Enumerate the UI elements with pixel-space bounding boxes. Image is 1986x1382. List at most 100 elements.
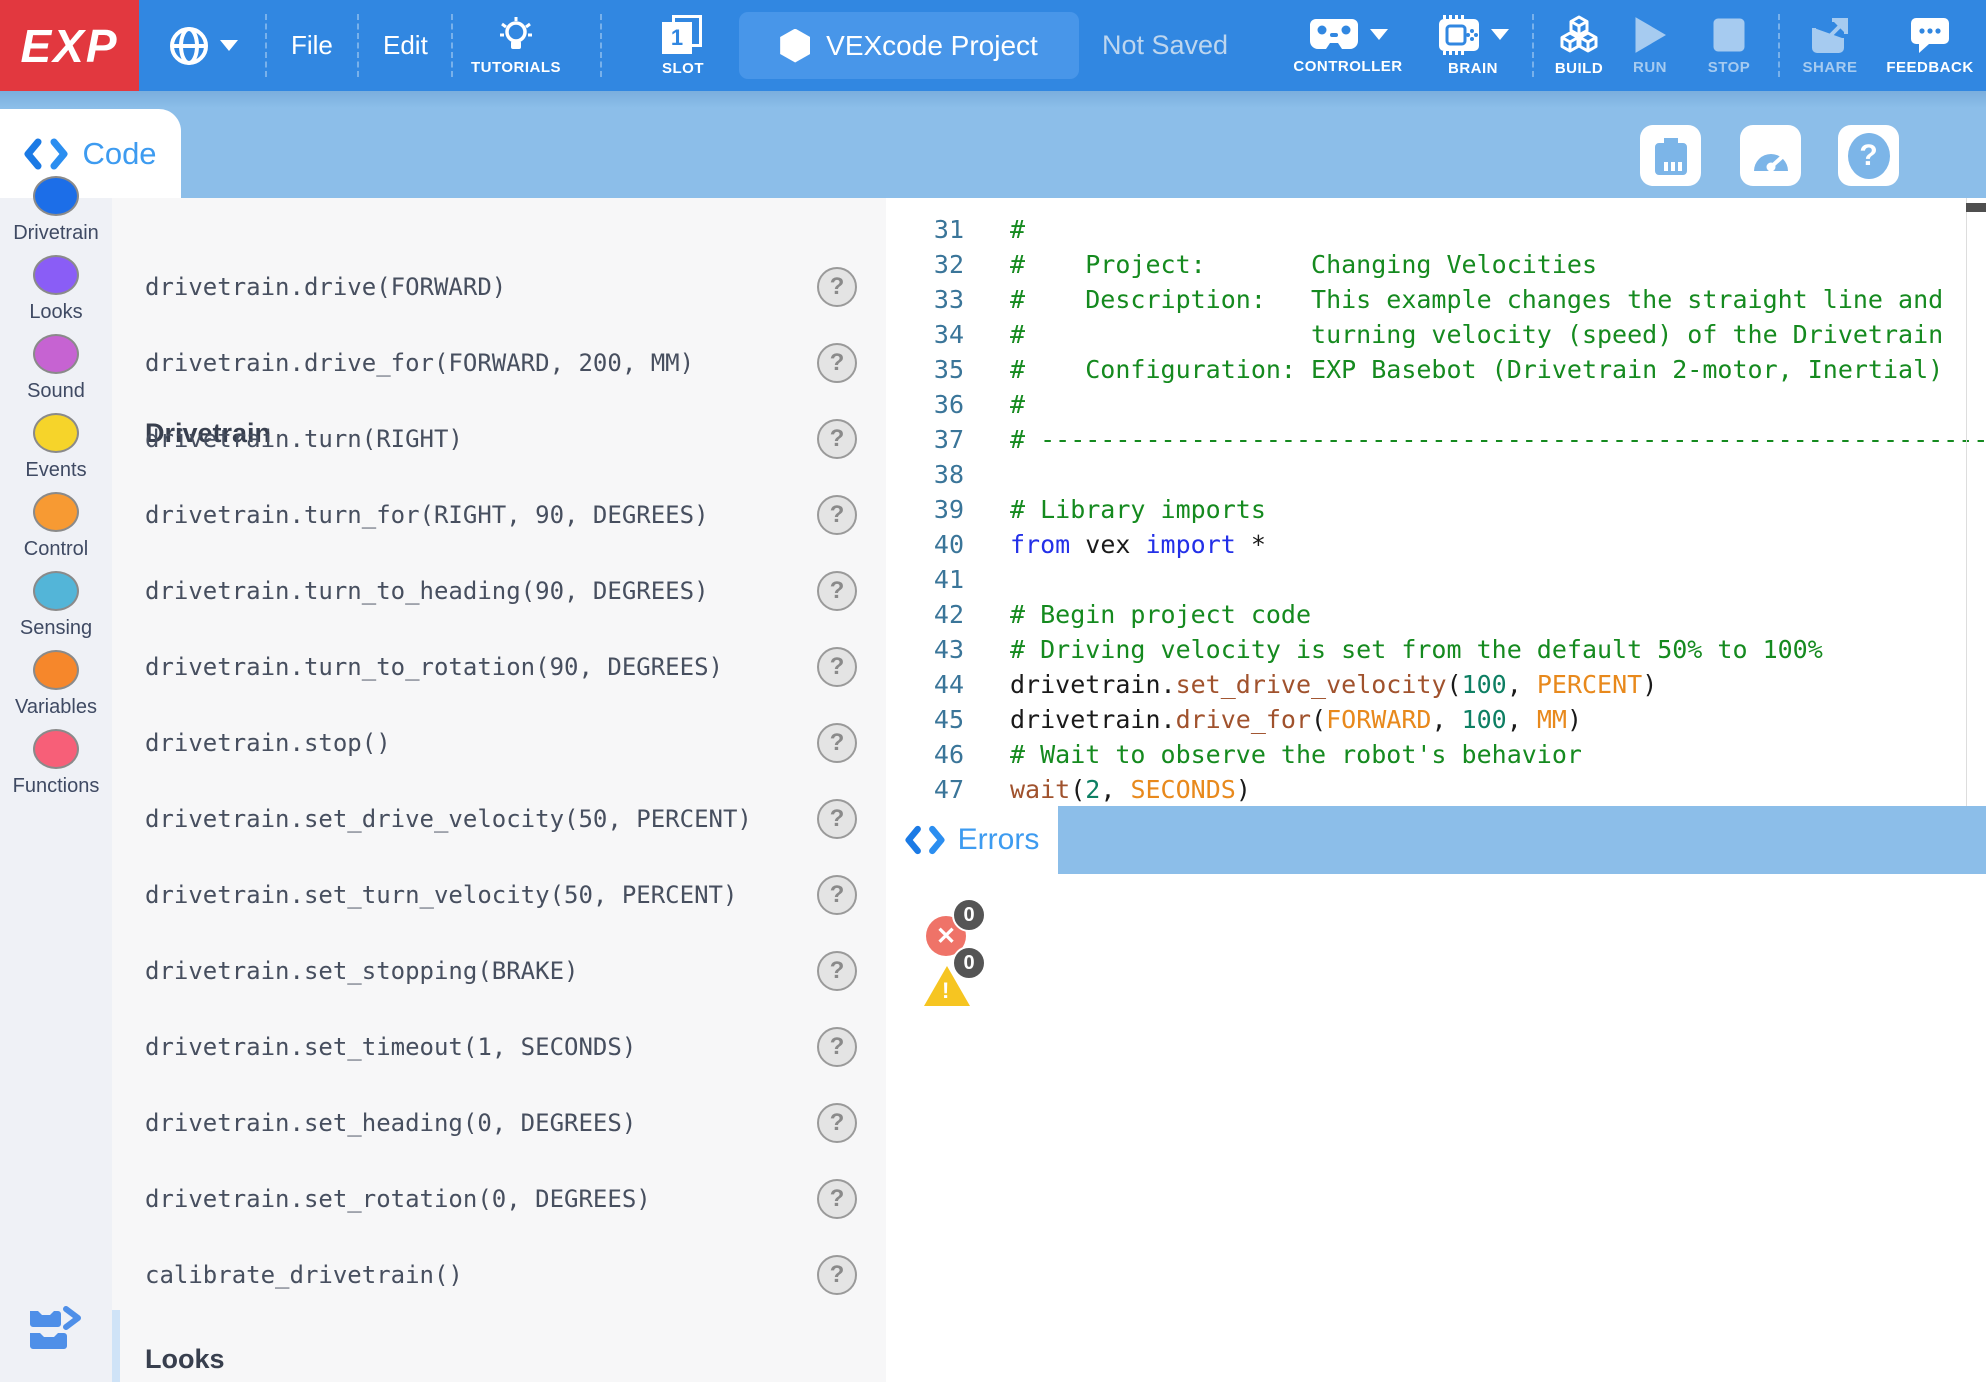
- sidebar-item-events[interactable]: Events: [0, 413, 112, 482]
- help-icon[interactable]: ?: [817, 647, 857, 687]
- stop-button: STOP: [1694, 0, 1764, 91]
- dashboard-button[interactable]: [1740, 125, 1801, 186]
- toolbar-divider: [1532, 14, 1534, 77]
- command-item[interactable]: drivetrain.set_stopping(BRAKE): [145, 957, 578, 985]
- category-sidebar: Drivetrain Looks Sound Events Control Se…: [0, 198, 112, 1382]
- help-icon[interactable]: ?: [817, 1179, 857, 1219]
- slot-button[interactable]: 1 SLOT: [633, 0, 733, 91]
- sidebar-item-control[interactable]: Control: [0, 492, 112, 561]
- toolbar-divider: [451, 14, 453, 77]
- brain-button[interactable]: BRAIN: [1428, 0, 1518, 91]
- help-icon[interactable]: ?: [817, 571, 857, 611]
- command-item[interactable]: drivetrain.drive(FORWARD): [145, 273, 506, 301]
- command-item[interactable]: drivetrain.set_turn_velocity(50, PERCENT…: [145, 881, 737, 909]
- command-item[interactable]: drivetrain.set_heading(0, DEGREES): [145, 1109, 636, 1137]
- globe-icon: [168, 25, 210, 67]
- code-line: 40 from vex import *: [886, 527, 1986, 562]
- share-icon: [1810, 16, 1850, 54]
- line-content: # Begin project code: [1010, 597, 1311, 632]
- sidebar-item-functions[interactable]: Functions: [0, 729, 112, 798]
- chevron-down-icon[interactable]: [1370, 29, 1388, 40]
- command-row: drivetrain.set_rotation(0, DEGREES) ?: [112, 1161, 886, 1237]
- tutorials-button[interactable]: TUTORIALS: [456, 0, 576, 91]
- command-row: drivetrain.drive_for(FORWARD, 200, MM) ?: [112, 325, 886, 401]
- help-icon[interactable]: ?: [817, 875, 857, 915]
- line-number: 42: [886, 597, 964, 632]
- run-play-icon: [1633, 16, 1667, 54]
- blocks-toggle-icon[interactable]: [26, 1303, 82, 1355]
- controller-icon: [1308, 17, 1360, 53]
- editor-scrollbar-thumb[interactable]: [1966, 203, 1986, 212]
- command-row: drivetrain.turn_to_heading(90, DEGREES) …: [112, 553, 886, 629]
- code-line: 34 # turning velocity (speed) of the Dri…: [886, 317, 1986, 352]
- file-menu[interactable]: File: [291, 0, 333, 91]
- command-item[interactable]: calibrate_drivetrain(): [145, 1261, 463, 1289]
- edit-menu[interactable]: Edit: [383, 0, 428, 91]
- help-button[interactable]: ?: [1838, 125, 1899, 186]
- error-count-badge: 0: [952, 898, 986, 932]
- line-number: 31: [886, 212, 964, 247]
- code-editor[interactable]: 31 # 32 # Project: Changing Velocities 3…: [886, 198, 1986, 806]
- command-item[interactable]: drivetrain.turn_to_rotation(90, DEGREES): [145, 653, 723, 681]
- code-line: 45 drivetrain.drive_for(FORWARD, 100, MM…: [886, 702, 1986, 737]
- command-item[interactable]: drivetrain.turn(RIGHT): [145, 425, 463, 453]
- command-item[interactable]: drivetrain.set_rotation(0, DEGREES): [145, 1185, 651, 1213]
- line-number: 32: [886, 247, 964, 282]
- code-line: 41: [886, 562, 1986, 597]
- help-icon[interactable]: ?: [817, 343, 857, 383]
- sidebar-item-sensing[interactable]: Sensing: [0, 571, 112, 640]
- help-icon[interactable]: ?: [817, 1255, 857, 1295]
- category-color-dot: [33, 492, 79, 532]
- tab-errors[interactable]: Errors: [886, 806, 1058, 874]
- sidebar-item-looks[interactable]: Looks: [0, 255, 112, 324]
- sidebar-item-drivetrain[interactable]: Drivetrain: [0, 176, 112, 245]
- command-item[interactable]: drivetrain.turn_to_heading(90, DEGREES): [145, 577, 709, 605]
- help-icon[interactable]: ?: [817, 267, 857, 307]
- help-icon[interactable]: ?: [817, 419, 857, 459]
- errors-body: ✕ 0 ! 0: [886, 874, 1986, 1382]
- command-item[interactable]: drivetrain.turn_for(RIGHT, 90, DEGREES): [145, 501, 709, 529]
- build-button[interactable]: BUILD: [1544, 0, 1614, 91]
- sidebar-item-sound[interactable]: Sound: [0, 334, 112, 403]
- category-label: Events: [25, 459, 86, 482]
- help-icon[interactable]: ?: [817, 1027, 857, 1067]
- toolbar-divider: [600, 14, 602, 77]
- command-row: drivetrain.set_turn_velocity(50, PERCENT…: [112, 857, 886, 933]
- command-item[interactable]: drivetrain.drive_for(FORWARD, 200, MM): [145, 349, 694, 377]
- edit-menu-label: Edit: [383, 30, 428, 61]
- feedback-button[interactable]: FEEDBACK: [1880, 0, 1980, 91]
- line-content: # Library imports: [1010, 492, 1266, 527]
- command-row: drivetrain.set_timeout(1, SECONDS) ?: [112, 1009, 886, 1085]
- line-content: # --------------------------------------…: [1010, 422, 1986, 457]
- command-row: drivetrain.turn(RIGHT) ?: [112, 401, 886, 477]
- device-info-button[interactable]: [1640, 125, 1701, 186]
- help-icon[interactable]: ?: [817, 723, 857, 763]
- command-panel: Drivetrain drivetrain.drive(FORWARD) ? d…: [112, 198, 886, 1382]
- chevron-down-icon[interactable]: [1491, 29, 1509, 40]
- feedback-label: FEEDBACK: [1886, 59, 1973, 76]
- share-label: SHARE: [1802, 59, 1857, 76]
- command-item[interactable]: drivetrain.set_timeout(1, SECONDS): [145, 1033, 636, 1061]
- command-item[interactable]: drivetrain.set_drive_velocity(50, PERCEN…: [145, 805, 752, 833]
- category-color-dot: [33, 413, 79, 453]
- command-row: drivetrain.set_drive_velocity(50, PERCEN…: [112, 781, 886, 857]
- line-number: 35: [886, 352, 964, 387]
- help-icon[interactable]: ?: [817, 951, 857, 991]
- code-line: 44 drivetrain.set_drive_velocity(100, PE…: [886, 667, 1986, 702]
- help-icon[interactable]: ?: [817, 495, 857, 535]
- language-menu[interactable]: [150, 0, 255, 91]
- help-icon[interactable]: ?: [817, 799, 857, 839]
- code-tab-label: Code: [82, 136, 156, 172]
- project-name: VEXcode Project: [826, 30, 1038, 62]
- sidebar-item-variables[interactable]: Variables: [0, 650, 112, 719]
- brain-chip-icon: [1437, 15, 1481, 55]
- category-label: Functions: [13, 775, 100, 798]
- editor-scrollbar-track: [1966, 198, 1967, 806]
- command-item[interactable]: drivetrain.stop(): [145, 729, 391, 757]
- category-color-dot: [33, 571, 79, 611]
- project-name-button[interactable]: VEXcode Project: [739, 12, 1079, 79]
- help-icon[interactable]: ?: [817, 1103, 857, 1143]
- category-label: Sound: [27, 380, 85, 403]
- code-line: 47 wait(2, SECONDS): [886, 772, 1986, 806]
- controller-button[interactable]: CONTROLLER: [1293, 0, 1403, 91]
